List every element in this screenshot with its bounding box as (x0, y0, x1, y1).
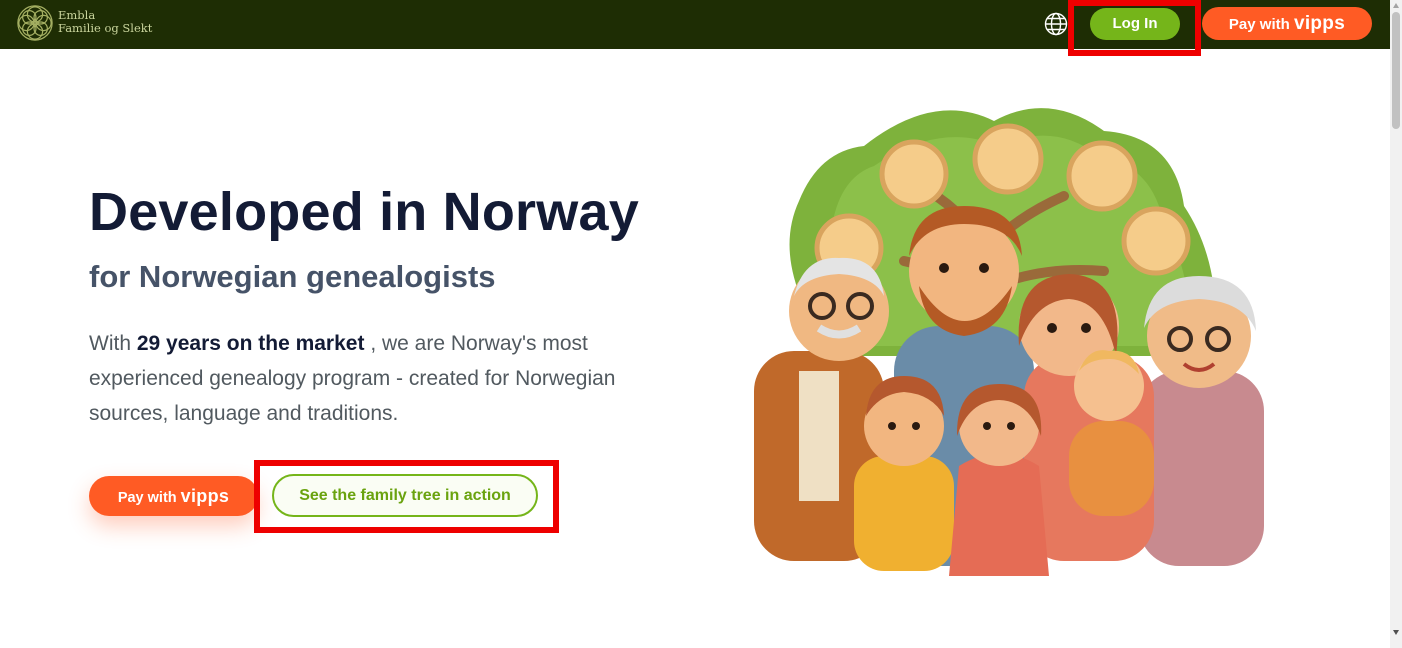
see-family-tree-button[interactable]: See the family tree in action (272, 474, 538, 517)
hero-description: With 29 years on the market , we are Nor… (89, 326, 669, 431)
baby-figure-icon (1069, 350, 1154, 516)
grandmother-figure-icon (1139, 276, 1264, 566)
family-tree-illustration (754, 108, 1264, 576)
pay-prefix: Pay with (117, 490, 177, 506)
globe-icon[interactable] (1044, 12, 1068, 36)
vipps-logo-text: vipps (1293, 13, 1346, 34)
pay-with-vipps-hero-button[interactable]: Pay with vipps (89, 476, 258, 516)
see-family-tree-button-label: See the family tree in action (299, 487, 511, 504)
page-scrollbar[interactable] (1390, 0, 1402, 648)
login-highlight-box (1068, 0, 1201, 56)
scroll-down-arrow-icon[interactable] (1393, 630, 1399, 635)
scroll-thumb[interactable] (1392, 12, 1400, 129)
brand-name[interactable]: Embla Familie og Slekt (58, 9, 152, 35)
scroll-up-arrow-icon[interactable] (1393, 3, 1399, 8)
pay-prefix: Pay with (1228, 16, 1290, 33)
hero-subtitle: for Norwegian genealogists (89, 259, 496, 294)
hero-description-highlight: 29 years on the market (136, 332, 365, 355)
vipps-logo-text: vipps (180, 486, 230, 506)
pay-with-vipps-header-button[interactable]: Pay with vipps (1202, 7, 1372, 40)
brand-line2: Familie og Slekt (58, 21, 153, 35)
embla-logo-icon[interactable] (16, 4, 54, 42)
hero-description-intro: With (89, 332, 131, 355)
hero-title: Developed in Norway (89, 182, 639, 242)
boy-figure-icon (854, 376, 954, 571)
girl-figure-icon (949, 384, 1049, 576)
